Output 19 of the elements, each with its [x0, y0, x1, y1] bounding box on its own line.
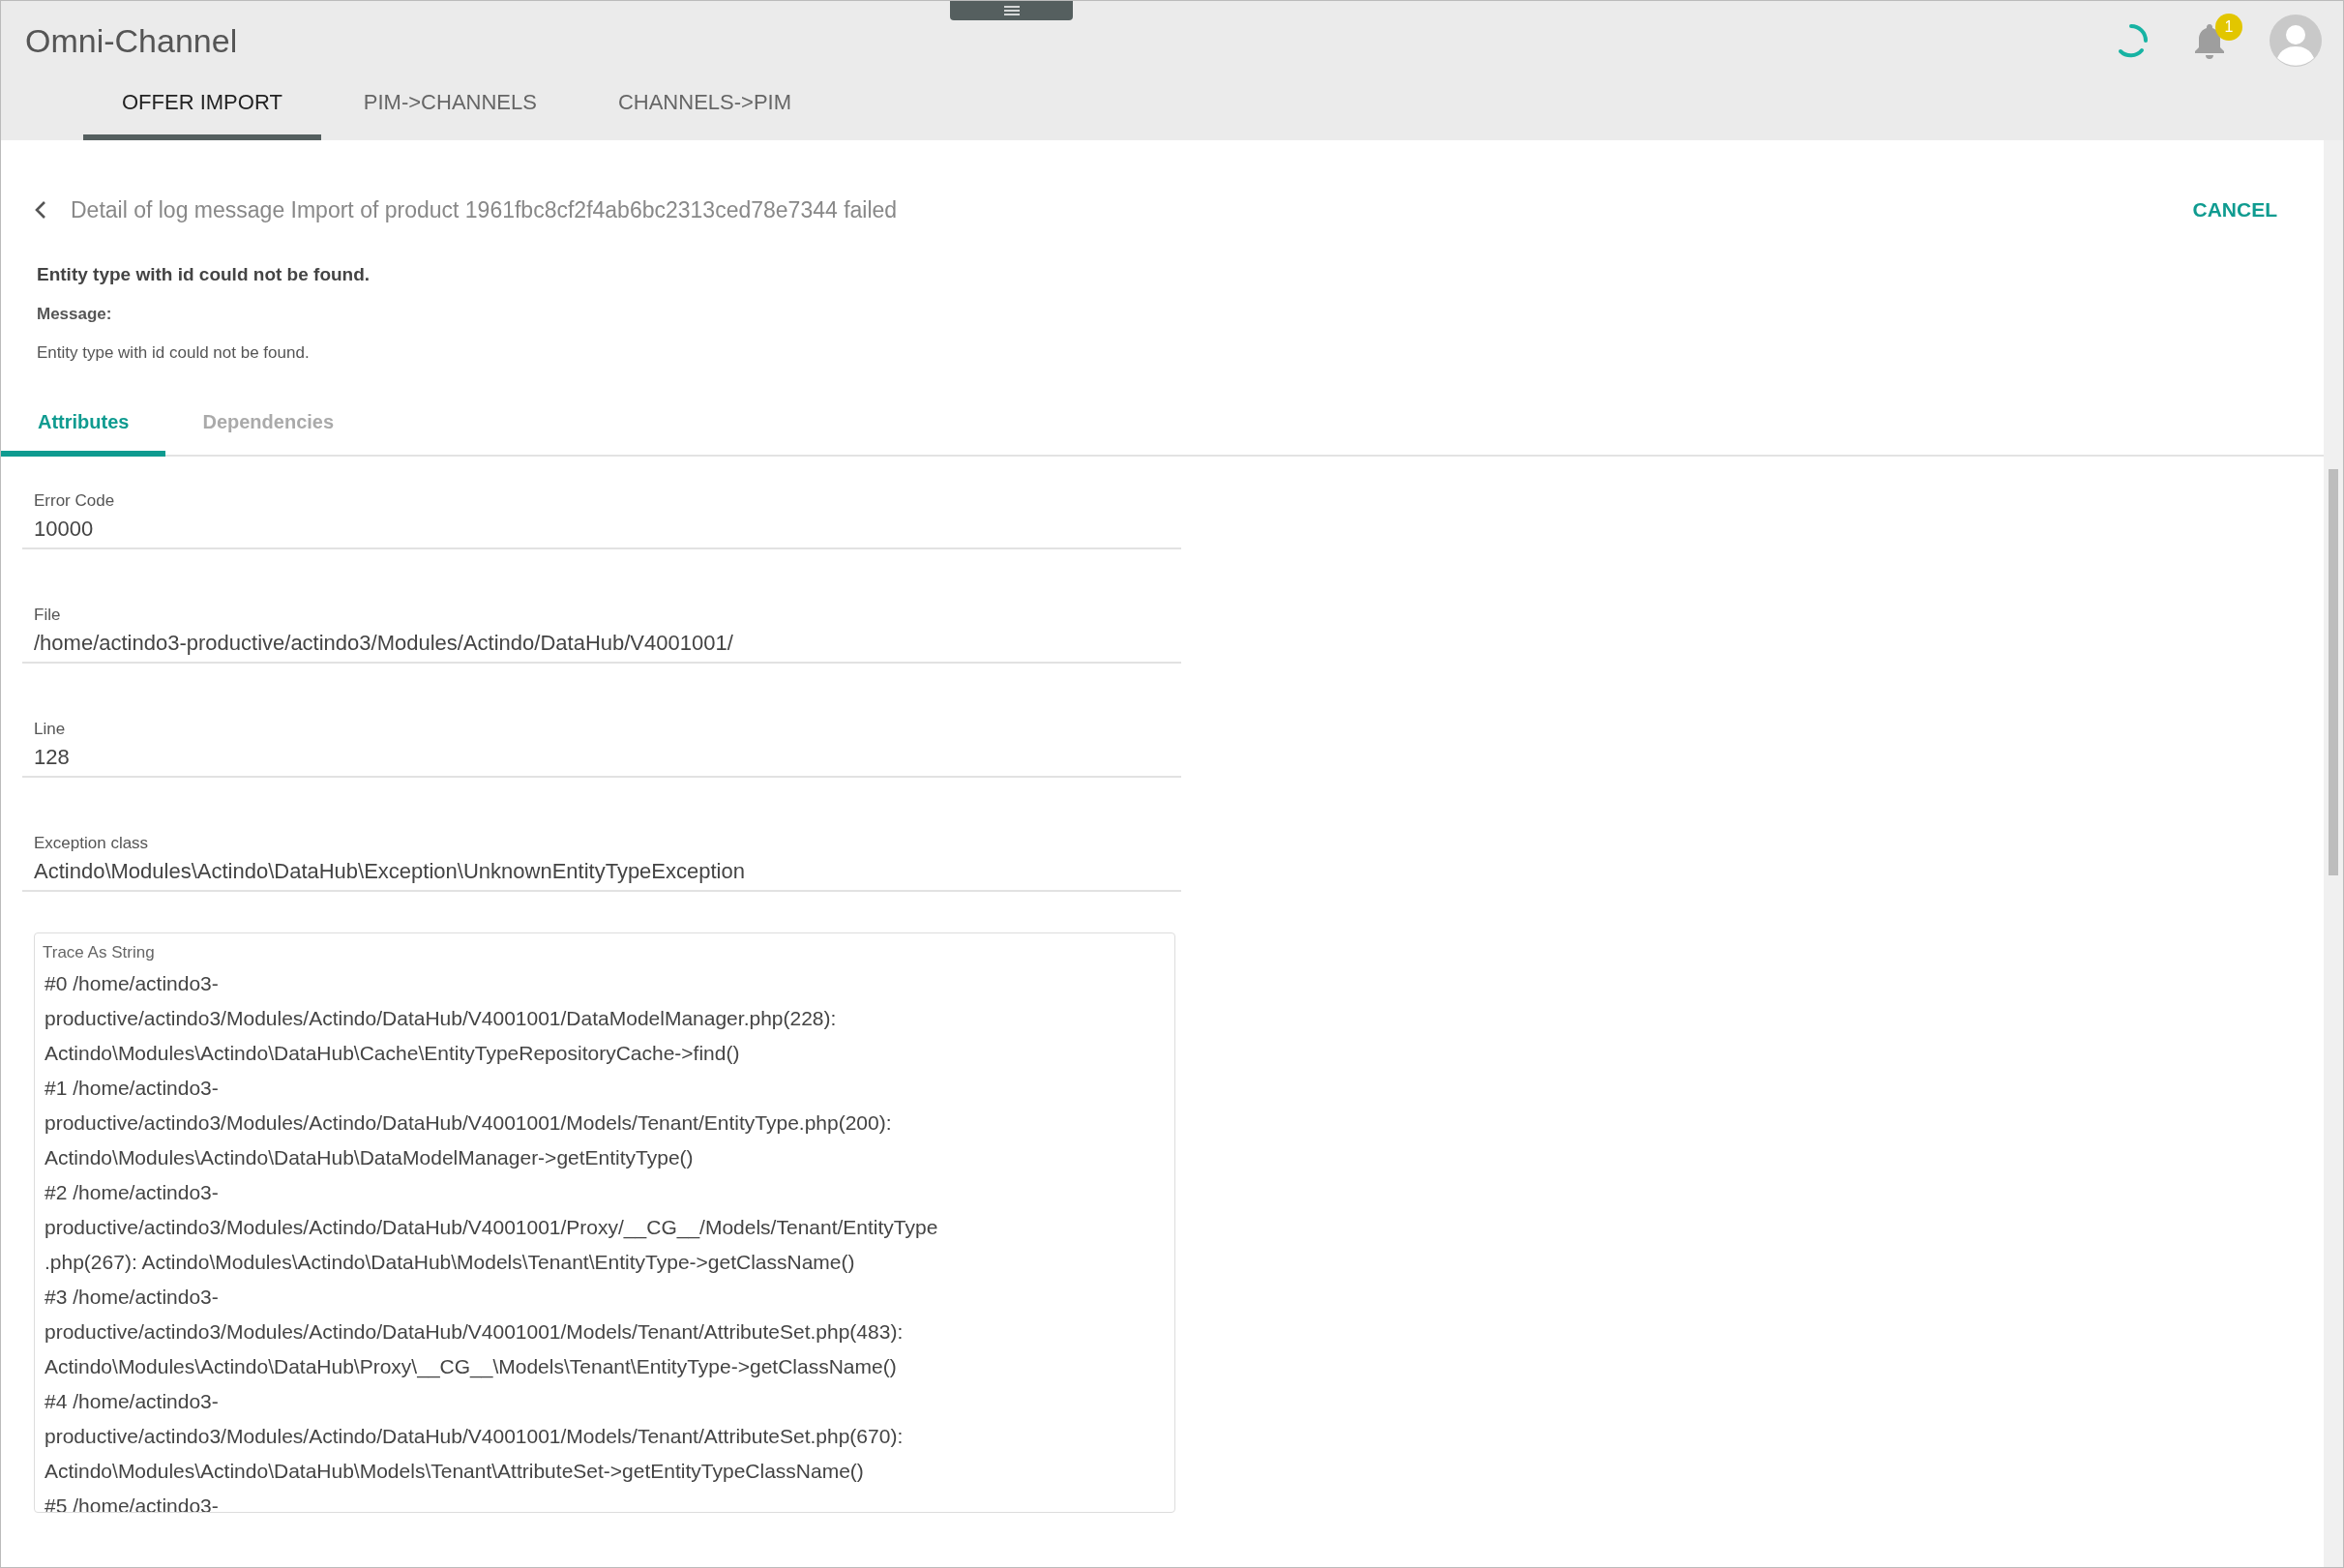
- error-summary: Entity type with id could not be found.: [37, 264, 371, 285]
- scrollbar[interactable]: [2324, 140, 2343, 1567]
- message-label: Message:: [37, 305, 113, 324]
- bell-icon[interactable]: [2192, 21, 2227, 60]
- menu-handle[interactable]: [950, 1, 1073, 20]
- text-field[interactable]: Line 128: [22, 712, 1181, 778]
- nav-tab[interactable]: PIM->CHANNELS: [324, 73, 576, 140]
- message-text: Entity type with id could not be found.: [37, 343, 311, 363]
- back-icon[interactable]: [34, 200, 47, 220]
- nav-tab[interactable]: OFFER IMPORT: [83, 73, 321, 140]
- text-field[interactable]: Error Code 10000: [22, 484, 1181, 549]
- text-field[interactable]: Exception class Actindo\Modules\Actindo\DataHub\Exception\UnknownEntityTypeException: [22, 826, 1181, 892]
- detail-title: Detail of log message Import of product 1961fbc8cf2f4ab6bc2313ced78e7344 failed: [71, 196, 899, 223]
- text-field[interactable]: File /home/actindo3-productive/actindo3/Modules/Actindo/DataHub/V4001001/: [22, 598, 1181, 664]
- app-title: Omni-Channel: [25, 21, 238, 60]
- menu-icon: [1003, 6, 1020, 15]
- notification-badge: 1: [2215, 14, 2242, 41]
- avatar-icon[interactable]: [2270, 15, 2322, 67]
- nav-tab[interactable]: CHANNELS->PIM: [579, 73, 830, 140]
